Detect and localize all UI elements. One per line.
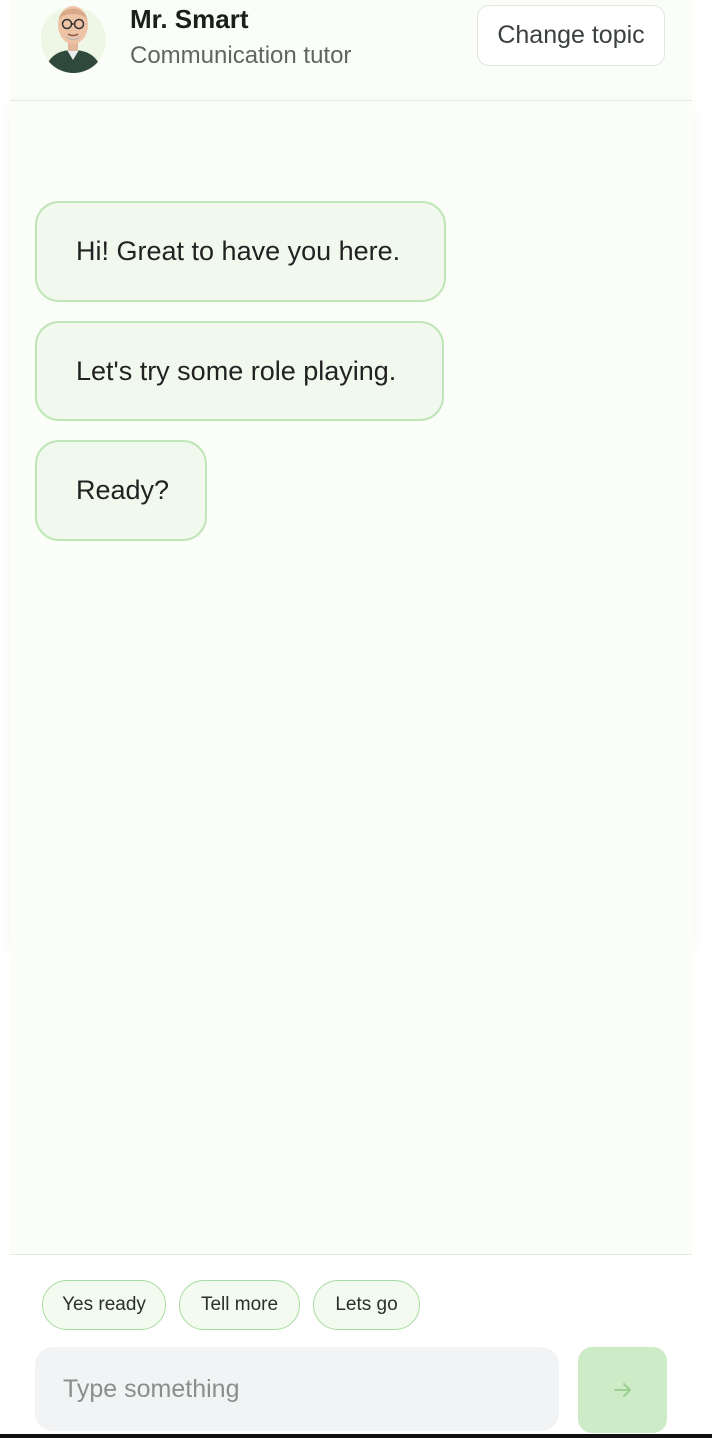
- tutor-name: Mr. Smart: [130, 4, 249, 34]
- arrow-right-icon: [613, 1383, 631, 1397]
- message-bubble: Hi! Great to have you here.: [35, 201, 446, 302]
- avatar: [41, 0, 106, 73]
- tutor-avatar-image: [41, 6, 106, 73]
- message-text: Ready?: [76, 475, 170, 505]
- system-bottom-bar: [0, 1434, 712, 1438]
- quick-reply-tell-more[interactable]: Tell more: [179, 1280, 300, 1330]
- chat-header: Mr. Smart Communication tutor Change top…: [10, 0, 692, 101]
- message-bubble: Let's try some role playing.: [35, 321, 444, 421]
- tutor-role: Communication tutor: [130, 42, 352, 69]
- composer-area: Yes ready Tell more Lets go: [10, 1254, 692, 1435]
- message-text: Hi! Great to have you here.: [76, 236, 401, 266]
- quick-reply-lets-go[interactable]: Lets go: [313, 1280, 420, 1330]
- message-list: Hi! Great to have you here. Let's try so…: [10, 101, 692, 945]
- message-input[interactable]: [35, 1347, 559, 1431]
- quick-reply-yes-ready[interactable]: Yes ready: [42, 1280, 166, 1330]
- message-bubble: Ready?: [35, 440, 207, 541]
- send-button[interactable]: [578, 1347, 667, 1433]
- empty-space: [10, 945, 692, 1254]
- change-topic-button[interactable]: Change topic: [477, 5, 665, 66]
- message-text: Let's try some role playing.: [76, 355, 397, 386]
- chat-app: Mr. Smart Communication tutor Change top…: [10, 0, 692, 1435]
